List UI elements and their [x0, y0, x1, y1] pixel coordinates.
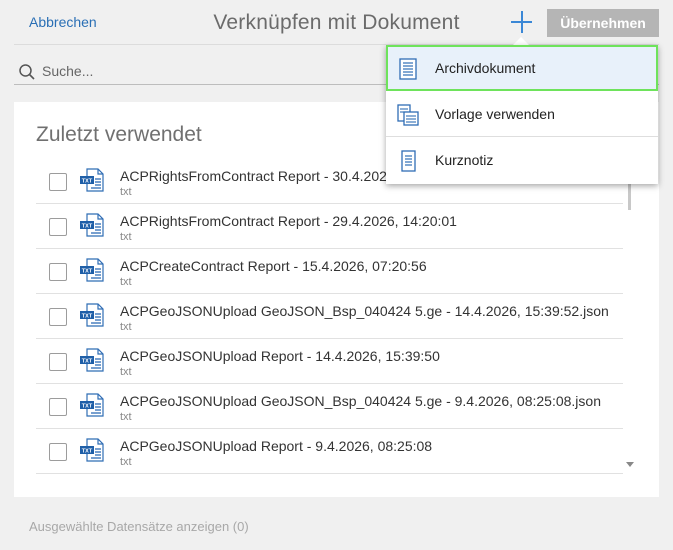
row-title: ACPGeoJSONUpload GeoJSON_Bsp_040424 5.ge…: [120, 303, 609, 319]
svg-text:TXT: TXT: [82, 403, 93, 409]
row-checkbox[interactable]: [49, 263, 67, 281]
scrollbar-thumb[interactable]: [628, 180, 631, 210]
txt-file-icon: TXT: [80, 258, 104, 282]
template-icon: [397, 104, 419, 126]
note-icon: [401, 150, 416, 172]
list-item[interactable]: TXT ACPGeoJSONUpload Report - 14.4.2026,…: [36, 339, 623, 384]
menu-item-archive-document[interactable]: Archivdokument: [386, 45, 658, 91]
row-checkbox[interactable]: [49, 218, 67, 236]
menu-item-label: Kurznotiz: [435, 152, 494, 168]
recent-title: Zuletzt verwendet: [36, 123, 202, 146]
list-scrollbar[interactable]: [626, 180, 634, 480]
row-checkbox[interactable]: [49, 353, 67, 371]
row-type: txt: [120, 366, 132, 378]
add-menu: Archivdokument Vorlage verwenden Kurznot…: [386, 45, 658, 184]
show-selected-link[interactable]: Ausgewählte Datensätze anzeigen (0): [29, 519, 249, 534]
svg-text:TXT: TXT: [82, 223, 93, 229]
row-title: ACPGeoJSONUpload GeoJSON_Bsp_040424 5.ge…: [120, 393, 601, 409]
row-title: ACPRightsFromContract Report - 29.4.2026…: [120, 213, 457, 229]
accept-button[interactable]: Übernehmen: [547, 9, 659, 37]
svg-text:TXT: TXT: [82, 268, 93, 274]
row-type: txt: [120, 411, 132, 423]
add-icon[interactable]: [508, 8, 534, 38]
txt-file-icon: TXT: [80, 213, 104, 237]
row-checkbox[interactable]: [49, 443, 67, 461]
row-checkbox[interactable]: [49, 308, 67, 326]
svg-text:TXT: TXT: [82, 313, 93, 319]
list-item[interactable]: TXT ACPGeoJSONUpload GeoJSON_Bsp_040424 …: [36, 294, 623, 339]
list-item[interactable]: TXT ACPRightsFromContract Report - 29.4.…: [36, 204, 623, 249]
svg-text:TXT: TXT: [82, 448, 93, 454]
row-type: txt: [120, 231, 132, 243]
list-item[interactable]: TXT ACPCreateContract Report - 15.4.2026…: [36, 249, 623, 294]
recent-list: TXT ACPRightsFromContract Report - 30.4.…: [36, 159, 623, 474]
menu-item-label: Vorlage verwenden: [435, 106, 555, 122]
txt-file-icon: TXT: [80, 393, 104, 417]
row-checkbox[interactable]: [49, 398, 67, 416]
list-item[interactable]: TXT ACPGeoJSONUpload Report - 9.4.2026, …: [36, 429, 623, 474]
row-type: txt: [120, 276, 132, 288]
txt-file-icon: TXT: [80, 168, 104, 192]
row-type: txt: [120, 186, 132, 198]
menu-item-label: Archivdokument: [435, 60, 536, 76]
row-title: ACPGeoJSONUpload Report - 9.4.2026, 08:2…: [120, 438, 433, 454]
document-icon: [399, 58, 417, 80]
txt-file-icon: TXT: [80, 438, 104, 462]
txt-file-icon: TXT: [80, 303, 104, 327]
search-icon: [19, 64, 35, 80]
row-title: ACPCreateContract Report - 15.4.2026, 07…: [120, 258, 427, 274]
menu-caret: [513, 37, 529, 45]
list-item[interactable]: TXT ACPGeoJSONUpload GeoJSON_Bsp_040424 …: [36, 384, 623, 429]
menu-item-short-note[interactable]: Kurznotiz: [386, 137, 658, 183]
menu-item-use-template[interactable]: Vorlage verwenden: [386, 91, 658, 137]
scroll-down-icon[interactable]: [626, 462, 634, 467]
search-input[interactable]: [42, 60, 382, 82]
row-title: ACPGeoJSONUpload Report - 14.4.2026, 15:…: [120, 348, 440, 364]
row-type: txt: [120, 456, 132, 468]
svg-text:TXT: TXT: [82, 358, 93, 364]
row-type: txt: [120, 321, 132, 333]
row-checkbox[interactable]: [49, 173, 67, 191]
svg-text:TXT: TXT: [82, 178, 93, 184]
header-bar: Abbrechen Verknüpfen mit Dokument Überne…: [0, 0, 673, 46]
txt-file-icon: TXT: [80, 348, 104, 372]
